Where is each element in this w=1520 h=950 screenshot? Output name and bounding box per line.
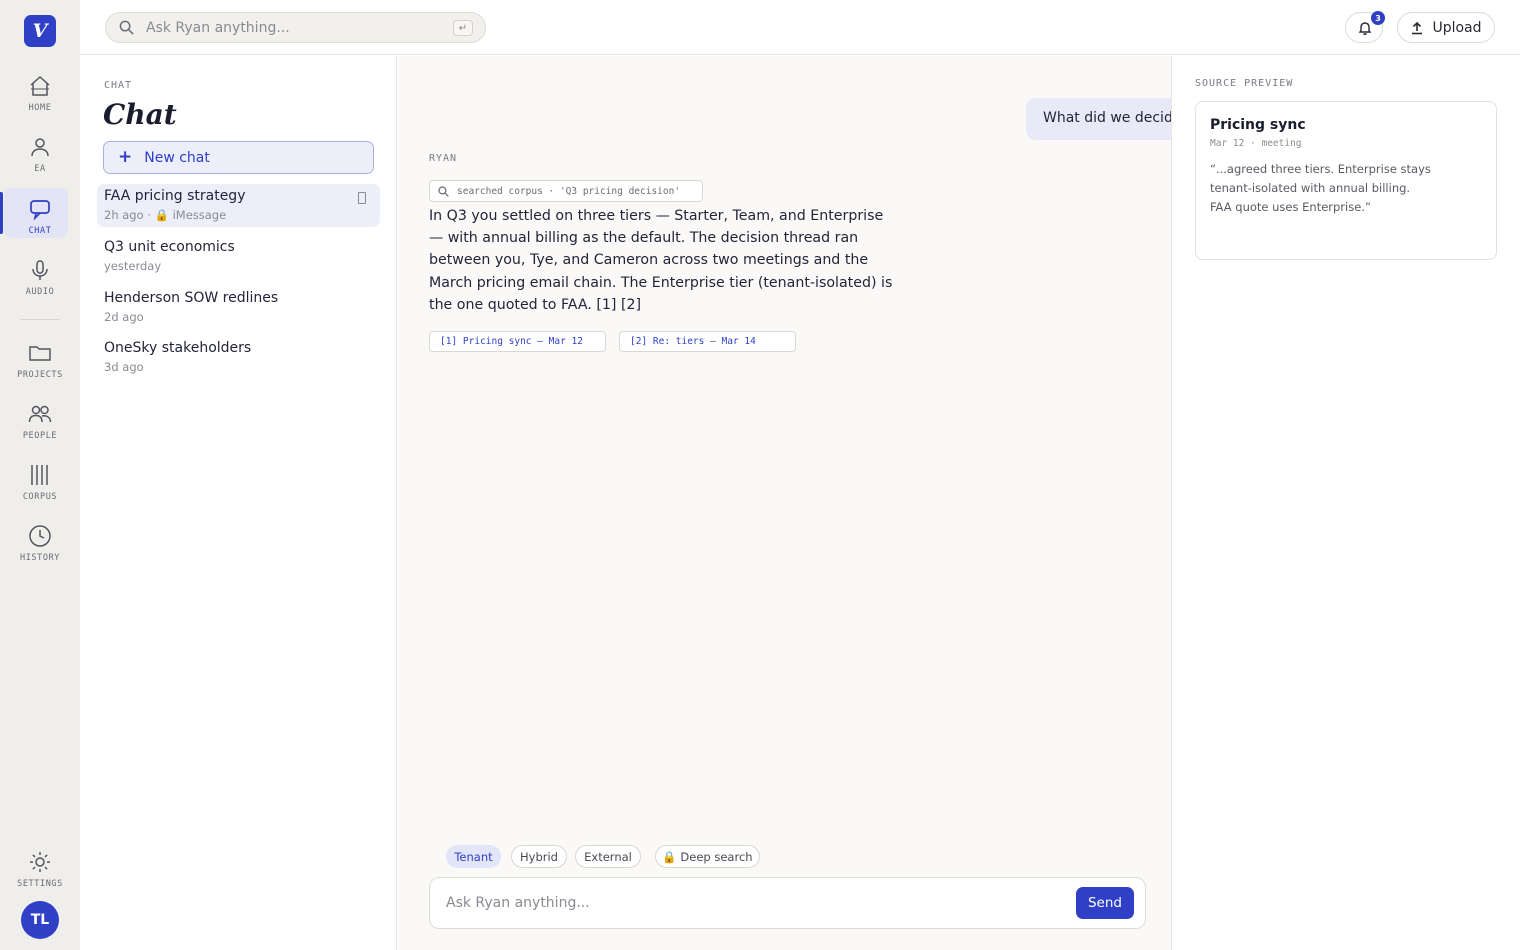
composer-placeholder: Ask Ryan anything... — [446, 895, 590, 911]
search-icon — [438, 185, 449, 197]
rail-item-home[interactable]: HOME — [0, 70, 80, 122]
assistant-label: RYAN — [429, 153, 458, 164]
rail-item-history[interactable]: HISTORY — [0, 520, 80, 572]
upload-button[interactable]: Upload — [1397, 12, 1495, 43]
conversation-action-icon[interactable] — [358, 192, 366, 204]
conversation-item-active[interactable]: FAA pricing strategy 2h ago · 🔒 iMessage — [97, 184, 380, 227]
mode-external[interactable]: External — [575, 845, 641, 868]
conversation-title: OneSky stakeholders — [104, 340, 252, 356]
source-title: Pricing sync — [1210, 117, 1306, 133]
chat-thread: What did we decide on Q3 pricing? RYAN s… — [398, 56, 1172, 950]
source-preview-card[interactable]: Pricing sync Mar 12 · meeting “...agreed… — [1195, 101, 1497, 260]
tool-call-text: searched corpus · 'Q3 pricing decision' — [457, 185, 681, 197]
conversation-meta: yesterday — [104, 259, 162, 273]
conversation-item[interactable]: Henderson SOW redlines 2d ago — [97, 286, 380, 329]
rail-item-corpus[interactable]: CORPUS — [0, 459, 80, 511]
citation-chip-1[interactable]: [1] Pricing sync — Mar 12 — [429, 331, 606, 352]
mode-hybrid[interactable]: Hybrid — [511, 845, 567, 868]
mode-deep-search[interactable]: 🔒 Deep search — [655, 845, 760, 868]
tool-call-chip[interactable]: searched corpus · 'Q3 pricing decision' — [429, 180, 703, 202]
home-icon — [30, 75, 50, 96]
notifications-button[interactable]: 3 — [1345, 11, 1385, 43]
upload-label: Upload — [1432, 19, 1482, 36]
person-icon — [31, 138, 49, 157]
message-composer[interactable]: Ask Ryan anything... Send — [429, 877, 1146, 929]
upload-icon — [1412, 21, 1423, 34]
rail-item-settings[interactable]: SETTINGS — [0, 846, 80, 898]
chat-bubble-icon — [30, 200, 50, 221]
app-logo[interactable]: V — [24, 15, 56, 47]
rail-label-home: HOME — [28, 103, 52, 113]
conversation-title: FAA pricing strategy — [104, 188, 246, 204]
conversation-meta: 2h ago · 🔒 iMessage — [104, 208, 227, 222]
rail-label-audio: AUDIO — [25, 287, 55, 297]
search-icon — [119, 20, 134, 35]
search-placeholder: Ask Ryan anything... — [146, 20, 290, 36]
people-icon — [28, 405, 52, 423]
bell-icon — [1358, 22, 1372, 35]
user-message-bubble: What did we decide on Q3 pricing? — [1026, 98, 1171, 140]
conversation-title: Henderson SOW redlines — [104, 290, 279, 306]
source-preview-panel: SOURCE PREVIEW Pricing sync Mar 12 · mee… — [1173, 56, 1520, 950]
clock-icon — [29, 525, 51, 547]
rail-item-chat[interactable]: CHAT — [0, 193, 80, 245]
conversation-meta: 3d ago — [104, 360, 144, 374]
conversation-meta: 2d ago — [104, 310, 144, 324]
gear-icon — [30, 852, 50, 872]
chat-list-eyebrow: CHAT — [104, 80, 133, 91]
top-bar: Ask Ryan anything... ↵ 3 Upload — [80, 0, 1520, 55]
rail-label-projects: PROJECTS — [17, 370, 63, 380]
source-meta: Mar 12 · meeting — [1210, 138, 1302, 149]
rail-label-settings: SETTINGS — [17, 879, 63, 889]
send-button[interactable]: Send — [1076, 887, 1134, 919]
notification-count-badge: 3 — [1371, 11, 1385, 25]
rail-label-corpus: CORPUS — [22, 492, 58, 502]
new-chat-button[interactable]: + New chat — [103, 141, 374, 174]
rail-divider — [20, 319, 60, 320]
global-search-input[interactable]: Ask Ryan anything... ↵ — [105, 12, 486, 43]
page-title: Chat — [103, 98, 177, 131]
mode-tenant[interactable]: Tenant — [446, 845, 501, 868]
rail-label-history: HISTORY — [19, 553, 61, 563]
conversation-title: Q3 unit economics — [104, 239, 235, 255]
chat-list-panel: CHAT Chat + New chat FAA pricing strateg… — [80, 56, 397, 950]
source-preview-eyebrow: SOURCE PREVIEW — [1195, 78, 1294, 89]
rail-item-audio[interactable]: AUDIO — [0, 254, 80, 306]
rail-label-chat: CHAT — [28, 226, 52, 236]
new-chat-label: New chat — [144, 149, 210, 166]
conversation-item[interactable]: OneSky stakeholders 3d ago — [97, 336, 380, 379]
conversation-item[interactable]: Q3 unit economics yesterday — [97, 235, 380, 278]
source-quote: “...agreed three tiers. Enterprise stays… — [1210, 162, 1431, 214]
rail-item-ea[interactable]: EA — [0, 131, 80, 183]
enter-key-icon: ↵ — [453, 20, 473, 36]
assistant-answer: In Q3 you settled on three tiers — Start… — [429, 208, 893, 313]
plus-icon: + — [118, 147, 133, 167]
left-rail: V HOME EA CHAT AUDIO PROJECTS PEOPLE COR… — [0, 0, 80, 950]
rail-item-people[interactable]: PEOPLE — [0, 398, 80, 450]
microphone-icon — [32, 260, 48, 280]
rail-label-ea: EA — [34, 164, 46, 174]
corpus-bars-icon — [31, 465, 48, 485]
citation-chip-2[interactable]: [2] Re: tiers — Mar 14 — [619, 331, 796, 352]
folder-icon — [29, 346, 51, 361]
user-avatar[interactable]: TL — [21, 901, 59, 939]
rail-label-people: PEOPLE — [22, 431, 58, 441]
rail-item-projects[interactable]: PROJECTS — [0, 337, 80, 389]
